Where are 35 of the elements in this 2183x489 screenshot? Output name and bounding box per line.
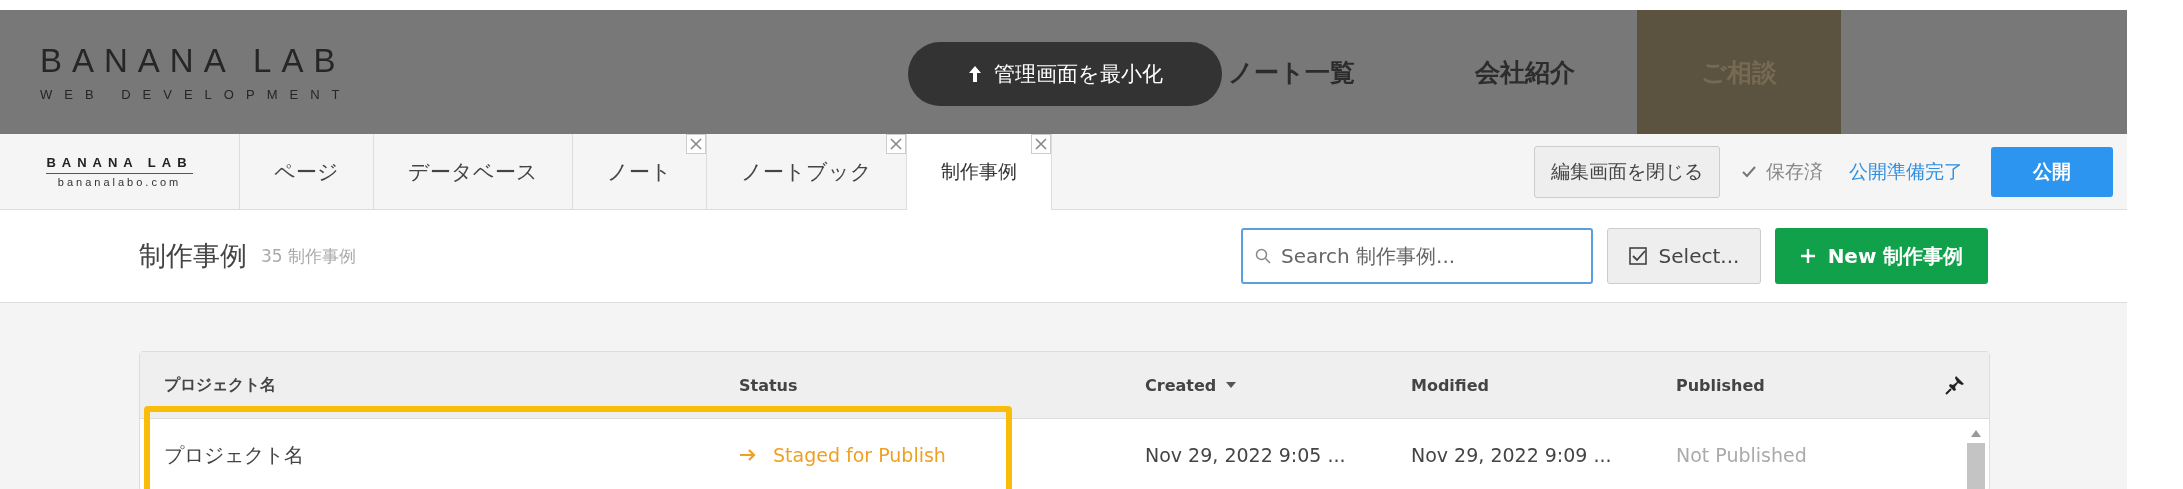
editor-tab[interactable]: データベース — [374, 134, 573, 209]
arrow-right-icon — [739, 448, 757, 462]
table-cell-text: Not Published — [1676, 444, 1808, 466]
search-field[interactable]: Search 制作事例... — [1241, 228, 1593, 284]
arrow-up-icon[interactable] — [1971, 430, 1981, 437]
page-title: 制作事例 — [139, 239, 247, 273]
column-header[interactable]: Created — [1145, 375, 1411, 395]
editor-tab[interactable]: ノート — [573, 134, 707, 209]
search-icon — [1255, 248, 1271, 264]
editor-tab[interactable]: ページ — [240, 134, 374, 209]
table-cell-text: Nov 29, 2022 9:05 ... — [1145, 444, 1347, 466]
arrow-up-icon — [967, 65, 982, 83]
column-header[interactable]: プロジェクト名 — [140, 374, 739, 396]
close-icon[interactable] — [686, 134, 706, 154]
column-header[interactable]: Published — [1676, 375, 1906, 395]
minimize-button[interactable]: 管理画面を最小化 — [908, 42, 1222, 106]
saved-status: 保存済 — [1766, 158, 1823, 184]
status-label: Staged for Publish — [773, 444, 946, 466]
editor-tab[interactable]: 制作事例 — [907, 134, 1052, 210]
logo[interactable]: BANANA LAB bananalabo.com — [0, 134, 240, 209]
plus-icon — [1799, 248, 1816, 264]
column-header[interactable]: Modified — [1411, 375, 1676, 395]
select-button[interactable]: Select... — [1607, 228, 1761, 284]
close-icon[interactable] — [1031, 134, 1051, 154]
table-cell-text: プロジェクト名 — [163, 441, 305, 469]
column-header[interactable]: Status — [739, 375, 1145, 395]
close-editor-button[interactable]: 編集画面を閉じる — [1534, 145, 1720, 198]
pin-icon[interactable] — [1945, 375, 1965, 395]
table-cell-text: Nov 29, 2022 9:09 ... — [1411, 444, 1613, 466]
item-count: 35 制作事例 — [261, 244, 357, 268]
checkbox-icon — [1628, 247, 1647, 265]
close-icon[interactable] — [886, 134, 906, 154]
logo-subtitle: WEB DEVELOPMENT — [40, 86, 353, 102]
logo-title: BANANA LAB — [40, 42, 347, 79]
check-icon — [1742, 165, 1756, 178]
